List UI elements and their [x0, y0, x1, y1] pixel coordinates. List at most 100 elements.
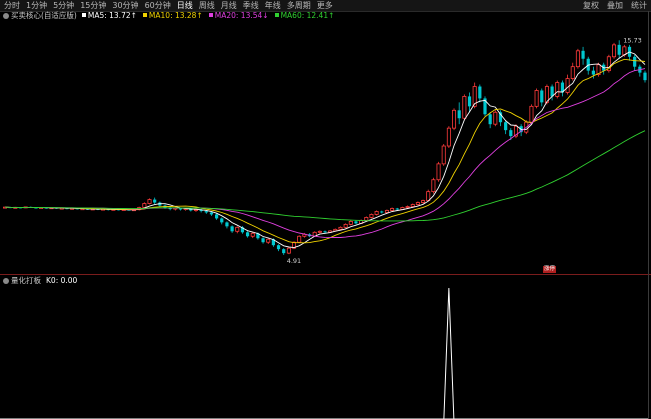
timeframe-tab[interactable]: 15分钟 — [80, 0, 106, 11]
timeframe-tab[interactable]: 多周期 — [287, 0, 311, 11]
candle[interactable] — [622, 46, 627, 56]
candle[interactable] — [421, 200, 426, 203]
ma-values: MA5: 13.72↑ MA10: 13.28↑ MA20: 13.54↓ MA60:… — [81, 11, 341, 20]
candle[interactable] — [142, 203, 147, 208]
toolbar-button[interactable]: 叠加 — [607, 0, 623, 11]
candles-group — [3, 40, 647, 255]
candle[interactable] — [282, 249, 286, 254]
sub-indicator-chart[interactable] — [0, 286, 648, 419]
candle[interactable] — [462, 96, 467, 119]
candle[interactable] — [209, 212, 214, 215]
candle[interactable] — [509, 130, 513, 137]
candle[interactable] — [235, 226, 240, 232]
k0-series — [0, 287, 648, 419]
pane-divider[interactable] — [0, 274, 651, 275]
timeframe-tab[interactable]: 日线 — [177, 0, 193, 11]
sub-indicator-title[interactable]: 量化打板 — [11, 276, 41, 285]
candlestick-chart[interactable]: 15.73 4.91 — [0, 21, 648, 274]
gear-icon[interactable] — [3, 13, 9, 19]
candle[interactable] — [374, 211, 379, 215]
candle[interactable] — [380, 211, 384, 213]
candle[interactable] — [343, 223, 348, 228]
candle[interactable] — [540, 90, 544, 103]
candle[interactable] — [415, 202, 420, 205]
timeframe-tab[interactable]: 5分钟 — [53, 0, 74, 11]
toolbar-button[interactable]: 复权 — [583, 0, 599, 11]
candle[interactable] — [261, 238, 265, 243]
timeframe-tab[interactable]: 更多 — [317, 0, 333, 11]
candle[interactable] — [488, 114, 492, 125]
candle[interactable] — [446, 127, 451, 147]
main-indicator-title[interactable]: 买卖核心(自适应版) — [11, 11, 77, 20]
candle[interactable] — [323, 231, 327, 233]
candle[interactable] — [395, 208, 399, 210]
ma-legend-label: MA20: 13.54 — [214, 11, 263, 20]
candle[interactable] — [581, 50, 585, 59]
ma20-line — [4, 68, 646, 239]
candle[interactable] — [431, 179, 436, 193]
candle[interactable] — [276, 245, 281, 250]
candle[interactable] — [147, 199, 152, 204]
candle[interactable] — [364, 217, 369, 221]
candle[interactable] — [153, 199, 157, 203]
candle[interactable] — [250, 232, 255, 237]
candle[interactable] — [504, 122, 508, 131]
candle[interactable] — [317, 230, 322, 233]
ma-trend-arrow: ↑ — [328, 11, 335, 20]
toolbar-button[interactable]: 统计 — [631, 0, 647, 11]
main-indicator-legend: 买卖核心(自适应版) MA5: 13.72↑ MA10: 13.28↑ MA20: 1… — [3, 11, 340, 21]
candle[interactable] — [441, 145, 446, 165]
candle[interactable] — [410, 204, 415, 207]
candle[interactable] — [338, 226, 343, 230]
candle[interactable] — [643, 72, 647, 81]
candle[interactable] — [220, 218, 224, 223]
low-price-label: 4.91 — [287, 257, 301, 265]
ma-trend-arrow: ↑ — [196, 11, 203, 20]
candle[interactable] — [354, 221, 358, 224]
gear-icon[interactable] — [3, 278, 9, 284]
timeframe-tab[interactable]: 1分钟 — [26, 0, 47, 11]
timeframe-tab[interactable]: 30分钟 — [112, 0, 138, 11]
candle[interactable] — [633, 56, 637, 67]
timeframe-tab[interactable]: 分时 — [4, 0, 20, 11]
candle[interactable] — [245, 232, 250, 237]
candle[interactable] — [286, 247, 291, 254]
right-border — [648, 11, 649, 419]
ma-legend-item: MA60: 12.41↑ — [274, 11, 335, 20]
ma-legend-item: MA5: 13.72↑ — [81, 11, 137, 20]
timeframe-tab[interactable]: 季线 — [243, 0, 259, 11]
candle[interactable] — [529, 105, 534, 123]
candle[interactable] — [225, 222, 229, 227]
candle[interactable] — [467, 96, 472, 107]
candle[interactable] — [617, 44, 621, 55]
candle[interactable] — [426, 191, 431, 201]
candle[interactable] — [204, 211, 208, 213]
candle[interactable] — [612, 44, 617, 58]
timeframe-tab[interactable]: 年线 — [265, 0, 281, 11]
candle[interactable] — [405, 206, 410, 208]
candle[interactable] — [534, 90, 539, 107]
candle[interactable] — [591, 70, 595, 75]
candle[interactable] — [575, 50, 580, 68]
candle[interactable] — [555, 82, 560, 97]
candle[interactable] — [565, 78, 570, 93]
candle[interactable] — [297, 235, 302, 243]
candle[interactable] — [436, 163, 441, 181]
legend-swatch — [274, 13, 279, 17]
candle[interactable] — [457, 110, 461, 119]
candle[interactable] — [369, 214, 374, 218]
candle[interactable] — [452, 109, 457, 129]
candle[interactable] — [493, 111, 498, 125]
candle[interactable] — [570, 66, 575, 79]
timeframe-tab[interactable]: 月线 — [221, 0, 237, 11]
timeframe-tab[interactable]: 周线 — [199, 0, 215, 11]
timeframe-tabs: 分时 1分钟 5分钟 15分钟 30分钟 60分钟 日线 周线 月线 季线 年线 多周期 更多 — [4, 0, 339, 11]
candle[interactable] — [390, 208, 395, 211]
candle[interactable] — [266, 238, 271, 243]
timeframe-tab[interactable]: 60分钟 — [145, 0, 171, 11]
candle[interactable] — [348, 220, 353, 225]
candle[interactable] — [478, 86, 482, 99]
candle[interactable] — [215, 214, 219, 219]
candle[interactable] — [230, 226, 234, 232]
candle[interactable] — [384, 210, 389, 213]
